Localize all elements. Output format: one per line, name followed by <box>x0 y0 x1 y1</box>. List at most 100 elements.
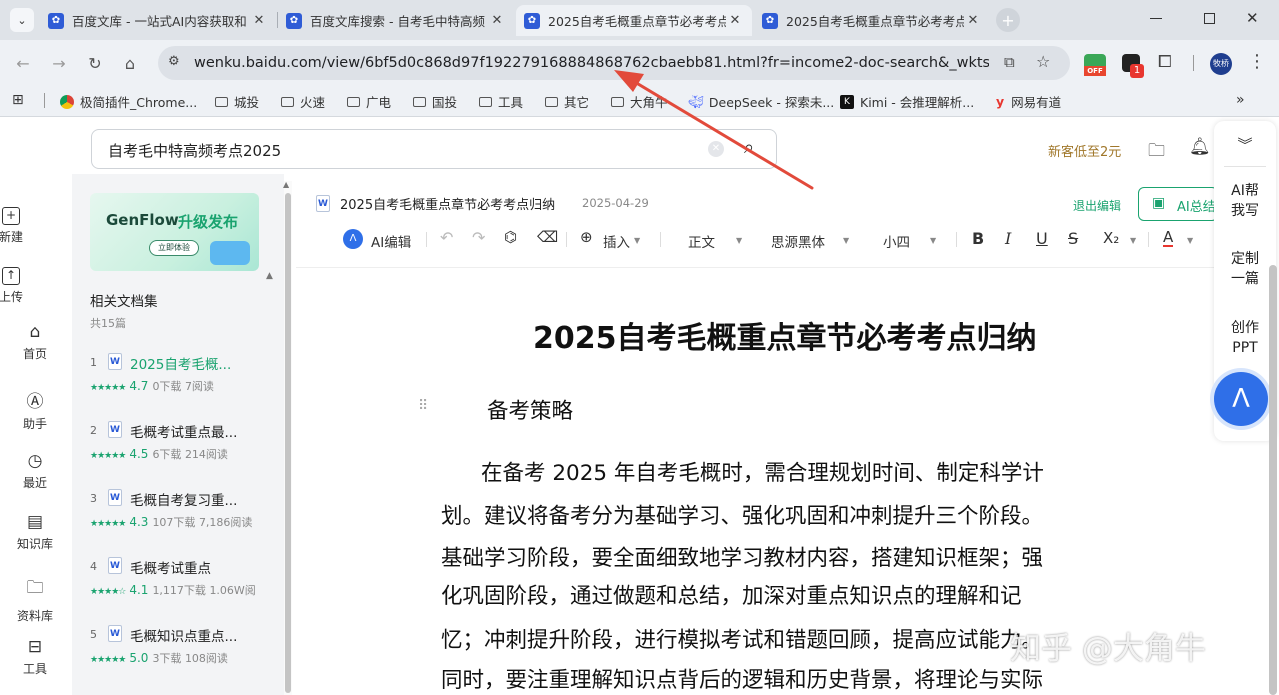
subscript-icon[interactable]: X₂ <box>1103 229 1119 247</box>
youdao-icon: y <box>996 94 1005 109</box>
undo-icon[interactable]: ↶ <box>440 228 453 247</box>
bookmark-star-icon[interactable]: ☆ <box>1036 52 1050 71</box>
rail-home[interactable]: ⌂ 首页 <box>0 322 70 362</box>
underline-icon[interactable]: U <box>1036 229 1048 248</box>
eraser-icon[interactable]: ⌫ <box>537 228 558 246</box>
collapse-chevron-icon[interactable]: ︾ <box>1214 135 1276 155</box>
font-size-dropdown[interactable]: 小四 <box>883 231 910 251</box>
doc-reads: 7阅读 <box>184 380 214 393</box>
genflow-banner[interactable]: GenFlow 升级发布 立即体验 <box>90 193 259 271</box>
bookmark-folder-guotou[interactable]: 国投 <box>413 92 457 111</box>
reload-icon[interactable]: ↻ <box>82 50 108 76</box>
bookmark-folder-husu[interactable]: 火速 <box>281 92 325 111</box>
folder-check-icon[interactable]: 🗀︎ <box>1148 138 1165 167</box>
search-input[interactable]: 自考毛中特高频考点2025 <box>108 140 281 161</box>
doc-title: 毛概知识点重点... <box>130 629 238 645</box>
font-family-dropdown[interactable]: 思源黑体 <box>771 231 825 251</box>
tab-title: 百度文库搜索 - 自考毛中特高频 <box>310 14 485 29</box>
bookmark-chrome-plugin[interactable]: 极简插件_Chrome... <box>60 92 197 111</box>
bookmark-youdao[interactable]: y 网易有道 <box>996 92 1061 111</box>
minimize-icon[interactable] <box>1150 18 1162 19</box>
rail-tools[interactable]: ⊟ 工具 <box>0 637 70 677</box>
scroll-up-arrow-icon[interactable]: ▲ <box>283 180 289 189</box>
bookmark-folder-other[interactable]: 其它 <box>545 92 589 111</box>
folder-icon <box>545 96 558 107</box>
clock-icon: ◷ <box>27 451 43 471</box>
browser-tab-doc-active[interactable]: ✿ 2025自考毛概重点章节必考考点 ✕ <box>516 5 752 36</box>
exit-edit-button[interactable]: 退出编辑 <box>1073 197 1121 214</box>
rail-knowledge-base[interactable]: ▤ 知识库 <box>0 512 70 552</box>
font-color-icon[interactable]: A <box>1163 229 1174 247</box>
insert-dropdown[interactable]: 插入 <box>603 231 630 251</box>
create-ppt-button[interactable]: 创作PPT <box>1214 318 1276 358</box>
close-tab-icon[interactable]: ✕ <box>964 13 982 28</box>
bookmark-folder-guangdian[interactable]: 广电 <box>347 92 391 111</box>
bookmark-kimi[interactable]: K Kimi - 会推理解析... <box>840 92 974 111</box>
extension-off-label: OFF <box>1084 66 1106 76</box>
rating-stars-icon: ★★★★★ <box>90 519 126 529</box>
drag-handle-icon[interactable]: ⠿ <box>418 398 428 414</box>
doc-score: 4.7 <box>129 379 149 393</box>
custom-article-button[interactable]: 定制一篇 <box>1214 249 1276 289</box>
back-arrow-icon[interactable]: ← <box>10 50 36 76</box>
bookmark-folder-chengtou[interactable]: 城投 <box>215 92 259 111</box>
banner-cta-button[interactable]: 立即体验 <box>149 240 199 256</box>
profile-avatar[interactable]: 牧桥 <box>1210 53 1232 75</box>
browser-tab-search[interactable]: ✿ 百度文库搜索 - 自考毛中特高频 ✕ <box>278 5 514 36</box>
extensions-puzzle-icon[interactable]: ⧠ <box>1158 52 1172 72</box>
rail-recent[interactable]: ◷ 最近 <box>0 451 70 491</box>
doc-index: 1 <box>90 356 97 369</box>
bookmark-folder-tools[interactable]: 工具 <box>479 92 523 111</box>
browser-menu-icon[interactable]: ⋮ <box>1248 51 1266 72</box>
folder-icon <box>215 96 228 107</box>
docs-scrollbar-track[interactable] <box>284 181 292 695</box>
site-info-icon[interactable]: ⚙ <box>168 54 180 69</box>
new-tab-button[interactable]: + <box>996 8 1020 32</box>
doc-title: 毛概自考复习重... <box>130 493 238 509</box>
ai-summary-button[interactable]: ▣ AI总结 <box>1138 187 1218 221</box>
rail-library[interactable]: 🗀︎ 资料库 <box>0 575 70 624</box>
doc-score: 4.5 <box>129 447 149 461</box>
close-tab-icon[interactable]: ✕ <box>488 13 506 28</box>
ai-write-button[interactable]: AI帮我写 <box>1214 181 1276 221</box>
more-bookmarks-icon[interactable]: » <box>1236 92 1245 108</box>
install-app-icon[interactable]: ⧉ <box>1004 53 1015 71</box>
apps-grid-icon[interactable]: ⊞ <box>12 92 24 108</box>
ai-edit-icon[interactable]: Λ <box>343 229 363 249</box>
related-heading: 相关文档集 <box>90 294 158 310</box>
close-window-icon[interactable]: ✕ <box>1246 9 1259 27</box>
insert-plus-icon[interactable]: ⊕ <box>580 228 593 246</box>
left-rail: + 新建 ↑ 上传 ⌂ 首页 Ⓐ 助手 ◷ 最近 ▤ 知识库 🗀︎ 资料库 ⊟ <box>0 117 70 695</box>
doc-reads: 108阅读 <box>184 652 228 665</box>
collapse-panel-icon[interactable]: ▲ <box>266 271 273 281</box>
tab-search-button[interactable]: ⌄ <box>10 8 34 32</box>
redo-icon[interactable]: ↷ <box>472 228 485 247</box>
paragraph-style-dropdown[interactable]: 正文 <box>688 231 715 251</box>
format-painter-icon[interactable]: ⌬ <box>504 228 517 246</box>
ai-assistant-fab[interactable]: Λ <box>1214 372 1268 426</box>
ai-edit-button[interactable]: AI编辑 <box>371 231 411 251</box>
doc-meta: ★★★★★ 4.3 107下载 7,186阅读 <box>90 514 252 530</box>
rail-upload[interactable]: ↑ 上传 <box>0 267 46 305</box>
maximize-icon[interactable] <box>1204 13 1215 24</box>
new-user-promo[interactable]: 新客低至2元 <box>1048 141 1121 160</box>
rail-new[interactable]: + 新建 <box>0 207 46 245</box>
docs-scrollbar-thumb[interactable] <box>285 193 291 693</box>
browser-tab-wenku-home[interactable]: ✿ 百度文库 - 一站式AI内容获取和 ✕ <box>40 5 276 36</box>
rail-assistant[interactable]: Ⓐ 助手 <box>0 387 70 432</box>
browser-tab-doc[interactable]: ✿ 2025自考毛概重点章节必考考点 ✕ <box>754 5 990 36</box>
rail-label: 知识库 <box>16 537 53 551</box>
forward-arrow-icon[interactable]: → <box>46 50 72 76</box>
doc-score: 5.0 <box>129 651 149 665</box>
bell-icon[interactable]: 🔔︎ <box>1189 137 1211 157</box>
toolbar-divider <box>956 232 957 247</box>
strikethrough-icon[interactable]: S <box>1068 229 1078 248</box>
close-tab-icon[interactable]: ✕ <box>250 13 268 28</box>
italic-icon[interactable]: I <box>1005 229 1011 248</box>
close-tab-icon[interactable]: ✕ <box>726 13 744 28</box>
bold-icon[interactable]: B <box>972 229 984 248</box>
page-scrollbar-thumb[interactable] <box>1269 265 1277 695</box>
doc-paragraph-line: 划。建议将备考分为基础学习、强化巩固和冲刺提升三个阶段。 <box>441 504 1044 529</box>
coupon-extension-icon[interactable]: OFF <box>1084 54 1106 76</box>
home-icon[interactable]: ⌂ <box>117 50 143 76</box>
